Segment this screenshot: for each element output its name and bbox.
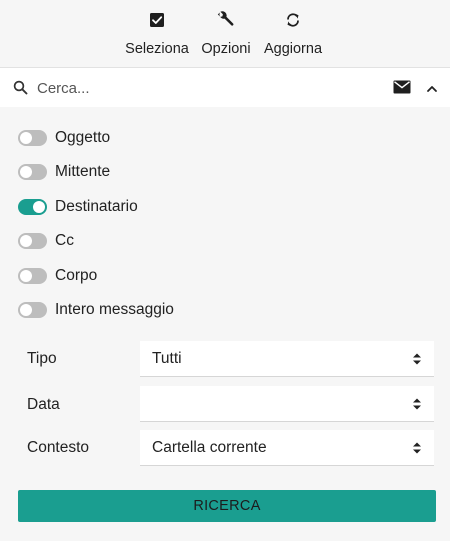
select-label: Seleziona [125,41,189,57]
toggle-label: Oggetto [55,129,111,146]
window-edge [450,0,458,541]
toggle-label: Mittente [55,163,111,180]
tipo-value: Tutti [152,350,182,367]
toggle-label: Cc [55,232,74,249]
toggle-label: Destinatario [55,198,138,215]
search-panel: Seleziona Opzioni Aggiorna Cerca... Ogge… [0,0,450,541]
chevron-up-icon[interactable] [426,81,438,99]
search-button[interactable]: RICERCA [18,490,436,522]
toggle-corpo[interactable]: Corpo [18,267,97,285]
toolbar: Seleziona Opzioni Aggiorna [0,0,450,66]
wrench-icon [217,8,235,32]
toggle-destinatario[interactable]: Destinatario [18,198,138,216]
sort-arrows-icon [412,441,422,460]
data-label: Data [27,396,60,413]
toggle-cc[interactable]: Cc [18,232,74,250]
refresh-button[interactable]: Aggiorna [262,8,324,57]
sort-arrows-icon [412,397,422,416]
tipo-label: Tipo [27,350,57,367]
toggle-switch[interactable] [18,164,47,180]
toggle-mittente[interactable]: Mittente [18,163,110,181]
toggle-intero-messaggio[interactable]: Intero messaggio [18,301,174,319]
options-label: Opzioni [201,41,251,57]
toggle-switch[interactable] [18,199,47,215]
search-input[interactable] [37,76,367,100]
contesto-value: Cartella corrente [152,439,267,456]
select-button[interactable]: Seleziona [123,8,191,57]
toggle-oggetto[interactable]: Oggetto [18,129,110,147]
refresh-label: Aggiorna [263,41,323,57]
toggle-label: Intero messaggio [55,301,174,318]
contesto-label: Contesto [27,439,90,456]
toggle-switch[interactable] [18,302,47,318]
tipo-select[interactable]: Tutti [140,341,434,377]
toggle-switch[interactable] [18,130,47,146]
options-button[interactable]: Opzioni [199,8,253,57]
toggle-switch[interactable] [18,268,47,284]
toggle-label: Corpo [55,267,98,284]
search-bar [0,67,450,107]
search-icon [13,80,28,100]
refresh-icon [285,8,301,32]
toggle-switch[interactable] [18,233,47,249]
sort-arrows-icon [412,352,422,371]
envelope-icon[interactable] [393,80,411,99]
data-select[interactable] [140,386,434,422]
checkbox-icon [149,8,165,32]
contesto-select[interactable]: Cartella corrente [140,430,434,466]
